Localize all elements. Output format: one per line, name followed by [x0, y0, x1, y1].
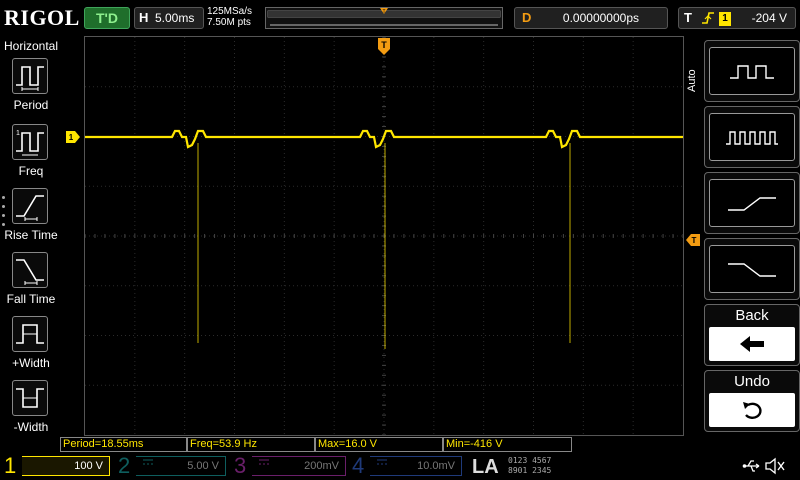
undo-label: Undo [734, 373, 770, 390]
channel-4-scale: 10.0mV [370, 456, 462, 476]
channel-4-status[interactable]: 4 10.0mV [348, 452, 464, 480]
trigger-mode-label: Auto [686, 69, 698, 92]
rise-time-icon [12, 188, 48, 224]
acquisition-info: 125MSa/s 7.50M pts [207, 6, 263, 30]
trigger-level-icon[interactable]: T [686, 234, 700, 246]
positive-width-icon [12, 316, 48, 352]
positive-width-label: +Width [12, 356, 50, 370]
trigger-label: T [684, 10, 692, 25]
freq-label: Freq [18, 164, 44, 178]
fall-time-icon [12, 252, 48, 288]
timebase-box[interactable]: H 5.00ms [134, 7, 204, 29]
channel-3-scale: 200mV [252, 456, 346, 476]
channel-1-waveform [85, 129, 683, 149]
softkey-falling-edge[interactable] [704, 238, 800, 300]
trigger-source-badge: 1 [719, 12, 731, 26]
timebase-value: 5.00ms [155, 11, 195, 25]
delay-value: 0.00000000ps [562, 11, 639, 25]
trigger-position-icon[interactable]: T [378, 38, 390, 56]
falling-edge-wave-icon [709, 245, 795, 293]
softkey-rising-edge[interactable] [704, 172, 800, 234]
timebase-label: H [139, 10, 149, 25]
measure-positive-width-button[interactable]: +Width [0, 316, 62, 380]
softkey-single-pulse[interactable] [704, 40, 800, 102]
undo-icon [709, 393, 795, 427]
measurement-period[interactable]: Period=18.55ms [60, 437, 187, 452]
logic-analyzer-status[interactable]: LA 0123 4567 8901 2345 [468, 456, 608, 478]
measurement-frequency[interactable]: Freq=53.9 Hz [187, 437, 315, 452]
la-digits-row1: 0123 4567 [508, 456, 552, 465]
la-digits-row2: 8901 2345 [508, 466, 552, 475]
softkey-panel: Back Undo [704, 38, 800, 436]
channel-2-number: 2 [118, 453, 131, 478]
top-status-bar: RIGOL T'D H 5.00ms 125MSa/s 7.50M pts T … [0, 0, 800, 36]
usb-icon [742, 460, 760, 472]
channel-2-scale: 5.00 V [136, 456, 226, 476]
svg-text:T: T [382, 9, 385, 15]
channel-bar: 1 100 V 2 5.00 V 3 200mV 4 10.0mV LA 012… [0, 452, 800, 480]
measure-negative-width-button[interactable]: -Width [0, 380, 62, 444]
la-channel-digits: 0123 4567 8901 2345 [508, 456, 608, 478]
measurement-bar: Period=18.55ms Freq=53.9 Hz Max=16.0 V M… [60, 437, 574, 452]
rigol-logo: RIGOL [4, 5, 80, 30]
channel-1-number: 1 [4, 453, 17, 478]
undo-button[interactable]: Undo [704, 370, 800, 432]
memory-waveform-icon: T [267, 8, 501, 26]
arrow-left-icon [709, 327, 795, 361]
multi-pulse-wave-icon [709, 113, 795, 161]
memory-overview-strip[interactable]: T [265, 7, 503, 29]
channel1-offset-icon[interactable]: 1 [66, 131, 80, 143]
la-label: LA [472, 456, 499, 478]
delay-box[interactable]: D 0.00000000ps [514, 7, 668, 29]
rising-edge-wave-icon [709, 179, 795, 227]
measurement-max[interactable]: Max=16.0 V [315, 437, 443, 452]
single-pulse-wave-icon [709, 47, 795, 95]
softkey-multi-pulse[interactable] [704, 106, 800, 168]
svg-text:1: 1 [16, 130, 20, 137]
channel-4-number: 4 [352, 453, 365, 478]
trigger-box[interactable]: T 1 -204 V [678, 7, 796, 29]
period-icon [12, 58, 48, 94]
channel-1-status[interactable]: 1 100 V [0, 452, 114, 480]
horizontal-measure-menu: Horizontal Period 1 Freq Rise Time Fall … [0, 36, 62, 438]
channel-2-status[interactable]: 2 5.00 V [114, 452, 230, 480]
period-label: Period [13, 98, 49, 112]
delay-label: D [522, 10, 532, 25]
rise-time-label: Rise Time [4, 228, 58, 242]
channel-1-scale: 100 V [22, 456, 110, 476]
sample-rate: 125MSa/s [207, 6, 253, 17]
svg-text:1: 1 [69, 133, 74, 142]
negative-width-label: -Width [13, 420, 49, 434]
freq-icon: 1 [12, 124, 48, 160]
svg-text:T: T [692, 236, 697, 245]
waveform-display[interactable] [84, 36, 684, 436]
measure-fall-time-button[interactable]: Fall Time [0, 252, 62, 316]
back-label: Back [735, 307, 769, 324]
back-button[interactable]: Back [704, 304, 800, 366]
measure-freq-button[interactable]: 1 Freq [0, 124, 62, 188]
measure-rise-time-button[interactable]: Rise Time [0, 188, 62, 252]
svg-text:T: T [381, 40, 387, 50]
rising-edge-trigger-icon [701, 10, 715, 29]
negative-width-icon [12, 380, 48, 416]
speaker-mute-icon[interactable] [764, 456, 786, 476]
channel-3-number: 3 [234, 453, 247, 478]
graticule [85, 37, 683, 435]
trigger-level-value: -204 V [751, 11, 787, 25]
memory-depth: 7.50M pts [207, 17, 251, 28]
measurement-min[interactable]: Min=-416 V [443, 437, 572, 452]
fall-time-label: Fall Time [6, 292, 56, 306]
channel-3-status[interactable]: 3 200mV [230, 452, 348, 480]
menu-title: Horizontal [3, 39, 59, 53]
run-status-badge[interactable]: T'D [84, 7, 130, 29]
measure-period-button[interactable]: Period [0, 58, 62, 122]
